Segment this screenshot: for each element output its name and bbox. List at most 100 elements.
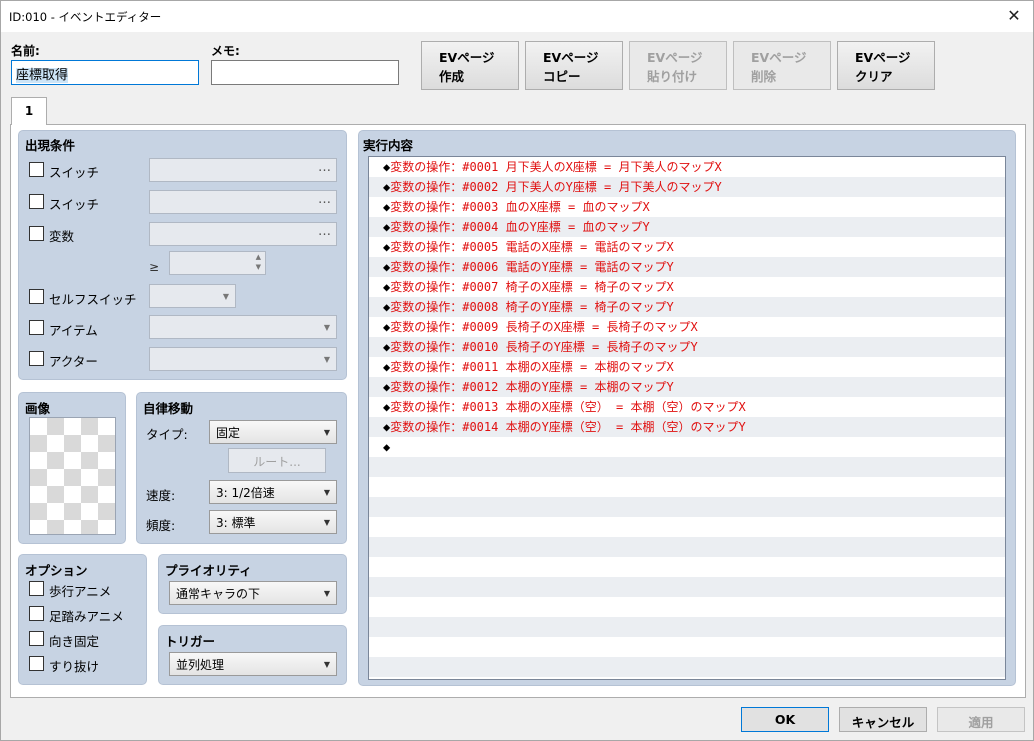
ev-page-create-line1: EVページ: [439, 50, 495, 65]
ev-page-paste-button[interactable]: EVページ 貼り付け: [629, 41, 727, 90]
trigger-select[interactable]: 並列処理 ▼: [169, 652, 337, 676]
command-row[interactable]: ◆変数の操作：#0010 長椅子のY座標 = 長椅子のマップY: [369, 337, 1005, 357]
self-switch-checkbox[interactable]: [29, 289, 44, 304]
switch2-select[interactable]: …: [149, 190, 337, 214]
command-bullet-icon: ◆: [383, 420, 391, 434]
memo-label: メモ:: [211, 44, 240, 58]
step-anim-checkbox[interactable]: [29, 606, 44, 621]
switch1-select[interactable]: …: [149, 158, 337, 182]
spin-down-icon[interactable]: ▼: [256, 263, 261, 271]
chevron-down-icon: ▼: [323, 589, 330, 598]
movement-type-value: 固定: [216, 426, 241, 440]
ev-page-delete-line1: EVページ: [751, 50, 807, 65]
switch2-checkbox[interactable]: [29, 194, 44, 209]
command-row[interactable]: ◆変数の操作：#0014 本棚のY座標（空） = 本棚（空）のマップY: [369, 417, 1005, 437]
command-bullet-icon: ◆: [383, 300, 391, 314]
movement-freq-label: 頻度:: [146, 518, 176, 533]
command-row[interactable]: ◆変数の操作：#0005 電話のX座標 = 電話のマップX: [369, 237, 1005, 257]
command-row-blank: [369, 657, 1005, 677]
command-row[interactable]: ◆変数の操作：#0012 本棚のY座標 = 本棚のマップY: [369, 377, 1005, 397]
command-row-blank: [369, 577, 1005, 597]
dir-fix-checkbox[interactable]: [29, 631, 44, 646]
movement-freq-select[interactable]: 3: 標準 ▼: [209, 510, 337, 534]
command-row-blank: [369, 497, 1005, 517]
variable-value-spinner[interactable]: ▲ ▼: [169, 251, 266, 275]
command-row-blank: [369, 477, 1005, 497]
ev-page-clear-button[interactable]: EVページ クリア: [837, 41, 935, 90]
self-switch-select[interactable]: ▼: [149, 284, 236, 308]
actor-checkbox[interactable]: [29, 351, 44, 366]
command-bullet-icon: ◆: [383, 380, 391, 394]
ok-button[interactable]: OK: [741, 707, 829, 732]
item-select[interactable]: ▼: [149, 315, 337, 339]
ev-page-copy-button[interactable]: EVページ コピー: [525, 41, 623, 90]
command-row-blank: [369, 637, 1005, 657]
variable-label: 変数: [49, 229, 75, 244]
command-row-blank: [369, 537, 1005, 557]
command-bullet-icon: ◆: [383, 280, 391, 294]
actor-select[interactable]: ▼: [149, 347, 337, 371]
through-label: すり抜け: [49, 659, 100, 674]
ev-page-copy-line2: コピー: [543, 69, 581, 84]
command-row-blank: [369, 617, 1005, 637]
command-row[interactable]: ◆変数の操作：#0013 本棚のX座標（空） = 本棚（空）のマップX: [369, 397, 1005, 417]
movement-type-label: タイプ:: [146, 427, 188, 442]
chevron-down-icon: ▼: [323, 660, 330, 669]
ev-page-delete-button[interactable]: EVページ 削除: [733, 41, 831, 90]
movement-speed-select[interactable]: 3: 1/2倍速 ▼: [209, 480, 337, 504]
item-checkbox[interactable]: [29, 320, 44, 335]
command-row-empty[interactable]: ◆: [369, 437, 1005, 457]
command-bullet-icon: ◆: [383, 260, 391, 274]
cancel-button[interactable]: キャンセル: [839, 707, 927, 732]
actor-label: アクター: [49, 354, 98, 369]
character-image[interactable]: [29, 417, 116, 535]
ev-page-delete-line2: 削除: [751, 69, 777, 84]
item-label: アイテム: [49, 323, 98, 338]
command-row-blank: [369, 517, 1005, 537]
command-row[interactable]: ◆変数の操作：#0008 椅子のY座標 = 椅子のマップY: [369, 297, 1005, 317]
switch1-checkbox[interactable]: [29, 162, 44, 177]
movement-freq-value: 3: 標準: [216, 516, 256, 530]
chevron-down-icon: ▼: [323, 355, 330, 364]
name-field[interactable]: 座標取得: [11, 60, 199, 85]
tab-page-1[interactable]: 1: [11, 97, 47, 125]
command-bullet-icon: ◆: [383, 200, 391, 214]
options-title: オプション: [25, 563, 88, 578]
self-switch-label: セルフスイッチ: [49, 292, 137, 307]
close-icon[interactable]: ✕: [1003, 5, 1025, 27]
ev-page-copy-line1: EVページ: [543, 50, 599, 65]
command-row[interactable]: ◆変数の操作：#0007 椅子のX座標 = 椅子のマップX: [369, 277, 1005, 297]
memo-field[interactable]: [211, 60, 399, 85]
command-list[interactable]: ◆変数の操作：#0001 月下美人のX座標 = 月下美人のマップX ◆変数の操作…: [368, 156, 1006, 680]
movement-speed-value: 3: 1/2倍速: [216, 486, 275, 500]
command-bullet-icon: ◆: [383, 180, 391, 194]
ev-page-paste-line2: 貼り付け: [647, 69, 698, 84]
command-row[interactable]: ◆変数の操作：#0003 血のX座標 = 血のマップX: [369, 197, 1005, 217]
command-row[interactable]: ◆変数の操作：#0001 月下美人のX座標 = 月下美人のマップX: [369, 157, 1005, 177]
chevron-down-icon: ▼: [323, 428, 330, 437]
chevron-down-icon: ▼: [323, 323, 330, 332]
variable-checkbox[interactable]: [29, 226, 44, 241]
command-row-blank: [369, 457, 1005, 477]
command-row[interactable]: ◆変数の操作：#0011 本棚のX座標 = 本棚のマップX: [369, 357, 1005, 377]
walk-anim-checkbox[interactable]: [29, 581, 44, 596]
ellipsis-icon: …: [318, 160, 331, 175]
variable-select[interactable]: …: [149, 222, 337, 246]
ev-page-create-button[interactable]: EVページ 作成: [421, 41, 519, 90]
priority-select[interactable]: 通常キャラの下 ▼: [169, 581, 337, 605]
walk-anim-label: 歩行アニメ: [49, 584, 112, 599]
movement-type-select[interactable]: 固定 ▼: [209, 420, 337, 444]
ev-page-clear-line1: EVページ: [855, 50, 911, 65]
command-row[interactable]: ◆変数の操作：#0002 月下美人のY座標 = 月下美人のマップY: [369, 177, 1005, 197]
ev-page-create-line2: 作成: [439, 69, 465, 84]
route-button[interactable]: ルート...: [228, 448, 326, 473]
chevron-down-icon: ▼: [323, 518, 330, 527]
apply-button[interactable]: 適用: [937, 707, 1025, 732]
command-row[interactable]: ◆変数の操作：#0004 血のY座標 = 血のマップY: [369, 217, 1005, 237]
command-row[interactable]: ◆変数の操作：#0006 電話のY座標 = 電話のマップY: [369, 257, 1005, 277]
ev-page-clear-line2: クリア: [855, 69, 893, 84]
through-checkbox[interactable]: [29, 656, 44, 671]
spin-up-icon[interactable]: ▲: [256, 253, 261, 261]
command-bullet-icon: ◆: [383, 240, 391, 254]
command-row[interactable]: ◆変数の操作：#0009 長椅子のX座標 = 長椅子のマップX: [369, 317, 1005, 337]
